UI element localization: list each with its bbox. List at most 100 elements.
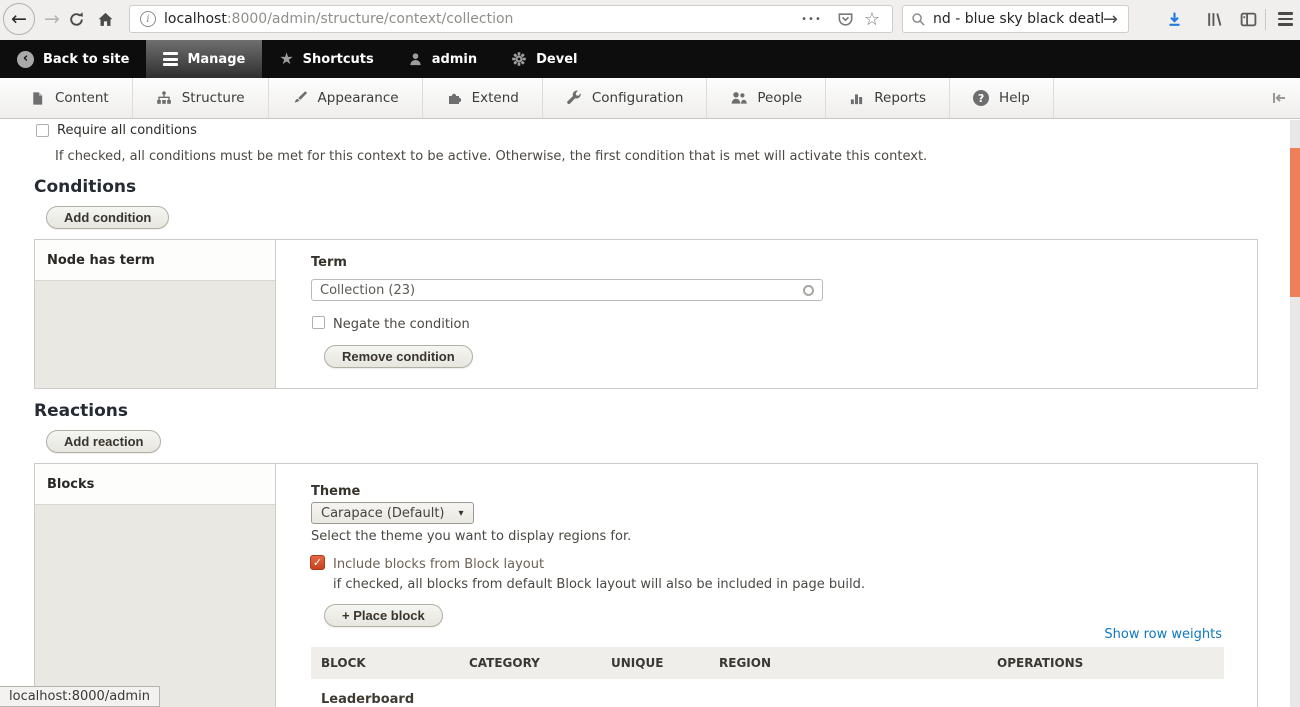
check-icon: ✓ — [313, 556, 322, 569]
include-blocks-description: if checked, all blocks from default Bloc… — [333, 577, 865, 592]
toolbar-divider — [1265, 9, 1266, 30]
browser-reload-icon[interactable] — [66, 9, 86, 29]
block-name: Leaderboard — [321, 692, 414, 707]
add-reaction-button[interactable]: Add reaction — [46, 430, 161, 453]
admin-item-devel[interactable]: Devel — [494, 40, 594, 78]
downloads-icon[interactable] — [1164, 9, 1184, 29]
browser-forward-icon[interactable]: → — [41, 8, 63, 30]
library-icon[interactable] — [1204, 9, 1224, 29]
menu-item-label: Reports — [874, 90, 926, 106]
admin-item-label: Manage — [187, 52, 245, 67]
drupal-admin-toolbar: ‹ Back to site Manage ★ Shortcuts admin … — [0, 40, 1300, 78]
term-label: Term — [311, 255, 347, 270]
blocks-table-header: BLOCK CATEGORY UNIQUE REGION OPERATIONS — [311, 647, 1224, 679]
scrollbar-track[interactable] — [1290, 120, 1300, 707]
url-bar[interactable]: i localhost:8000/admin/structure/context… — [129, 5, 893, 33]
extend-puzzle-icon — [446, 90, 462, 106]
content-page-icon — [30, 91, 45, 106]
menu-item-configuration[interactable]: Configuration — [543, 78, 708, 118]
include-blocks-checkbox[interactable]: ✓ — [310, 555, 325, 570]
admin-item-manage[interactable]: Manage — [146, 40, 262, 78]
browser-home-icon[interactable] — [95, 9, 115, 29]
people-icon — [730, 90, 747, 106]
menu-item-label: Structure — [182, 90, 245, 106]
menu-item-label: Help — [999, 90, 1030, 106]
column-header-region: REGION — [709, 656, 987, 670]
theme-select[interactable]: Carapace (Default) ▾ — [311, 502, 474, 524]
search-input[interactable]: nd - blue sky black death — [933, 11, 1103, 27]
manage-menu-icon — [163, 52, 178, 66]
search-bar[interactable]: nd - blue sky black death → — [902, 5, 1129, 33]
theme-description: Select the theme you want to display reg… — [311, 529, 631, 544]
configuration-wrench-icon — [566, 90, 582, 106]
page-content: Require all conditions If checked, all c… — [0, 119, 1300, 707]
url-path: :8000/admin/structure/context/collection — [227, 11, 514, 27]
status-bar-link-preview: localhost:8000/admin — [0, 686, 160, 707]
term-input-value: Collection (23) — [320, 283, 415, 298]
conditions-panel: Node has term Term Collection (23) Negat… — [34, 239, 1258, 389]
autocomplete-spinner-icon — [803, 285, 814, 296]
menu-item-label: Extend — [472, 90, 519, 106]
theme-label: Theme — [311, 484, 360, 499]
menu-item-content[interactable]: Content — [0, 78, 133, 118]
toolbar-orientation-toggle-icon[interactable] — [1268, 88, 1290, 108]
menu-item-help[interactable]: ? Help — [950, 78, 1054, 118]
show-row-weights-link[interactable]: Show row weights — [1104, 627, 1222, 642]
user-icon — [408, 52, 423, 67]
table-row: Leaderboard — [311, 679, 1224, 707]
search-go-icon[interactable]: → — [1103, 9, 1118, 30]
theme-select-value: Carapace (Default) — [321, 506, 445, 521]
negate-condition-label: Negate the condition — [333, 317, 470, 332]
scrollbar-thumb[interactable] — [1290, 148, 1300, 297]
url-host: localhost — [164, 11, 227, 27]
blocks-table: BLOCK CATEGORY UNIQUE REGION OPERATIONS … — [311, 647, 1224, 707]
menu-item-structure[interactable]: Structure — [133, 78, 269, 118]
menu-item-label: Content — [55, 90, 109, 106]
column-header-operations: OPERATIONS — [987, 656, 1224, 670]
sidebar-toggle-icon[interactable] — [1238, 9, 1258, 29]
site-info-icon[interactable]: i — [140, 11, 156, 27]
column-header-unique: UNIQUE — [601, 656, 709, 670]
menu-hamburger-icon[interactable] — [1275, 9, 1295, 29]
admin-item-label: Shortcuts — [303, 52, 374, 67]
term-autocomplete-input[interactable]: Collection (23) — [311, 279, 823, 301]
menu-item-label: Appearance — [318, 90, 399, 106]
tab-blocks[interactable]: Blocks — [35, 464, 275, 505]
menu-item-people[interactable]: People — [707, 78, 826, 118]
admin-item-label: admin — [432, 52, 477, 67]
include-blocks-label: Include blocks from Block layout — [333, 557, 544, 572]
conditions-heading: Conditions — [34, 177, 136, 197]
menu-item-label: People — [757, 90, 802, 106]
tab-node-has-term[interactable]: Node has term — [35, 240, 275, 281]
reports-chart-icon — [849, 91, 864, 106]
admin-item-user[interactable]: admin — [391, 40, 494, 78]
browser-chrome: ← → i localhost:8000/admin/structure/con… — [0, 0, 1300, 40]
browser-back-icon[interactable]: ← — [3, 3, 35, 35]
menu-item-appearance[interactable]: Appearance — [269, 78, 423, 118]
remove-condition-button[interactable]: Remove condition — [324, 345, 473, 368]
drupal-menu-bar: Content Structure Appearance Extend Conf… — [0, 78, 1300, 119]
column-header-block: BLOCK — [311, 656, 459, 670]
drupal-context-edit-screen: { "icons": { "back_arrow": "←", "forward… — [0, 0, 1300, 707]
menu-item-extend[interactable]: Extend — [423, 78, 543, 118]
negate-condition-checkbox[interactable] — [312, 316, 325, 329]
structure-sitemap-icon — [156, 90, 172, 106]
admin-item-shortcuts[interactable]: ★ Shortcuts — [262, 40, 390, 78]
menu-item-reports[interactable]: Reports — [826, 78, 950, 118]
pocket-icon[interactable] — [837, 11, 854, 28]
bookmark-star-icon[interactable]: ☆ — [864, 9, 880, 30]
add-condition-button[interactable]: Add condition — [46, 206, 169, 229]
back-to-site-icon: ‹ — [17, 51, 34, 68]
page-actions-icon[interactable]: ••• — [801, 14, 822, 25]
search-icon — [911, 12, 926, 27]
require-all-conditions-description: If checked, all conditions must be met f… — [55, 149, 927, 164]
reactions-heading: Reactions — [34, 401, 128, 421]
appearance-brush-icon — [292, 90, 308, 106]
admin-item-back-to-site[interactable]: ‹ Back to site — [0, 40, 146, 78]
place-block-button[interactable]: + Place block — [324, 604, 443, 627]
reactions-vertical-tabs: Blocks — [35, 464, 276, 707]
chevron-down-icon: ▾ — [459, 508, 464, 519]
conditions-pane: Term Collection (23) Negate the conditio… — [277, 240, 1257, 388]
require-all-conditions-checkbox[interactable] — [36, 124, 49, 137]
reactions-panel: Blocks Theme Carapace (Default) ▾ Select… — [34, 463, 1258, 707]
